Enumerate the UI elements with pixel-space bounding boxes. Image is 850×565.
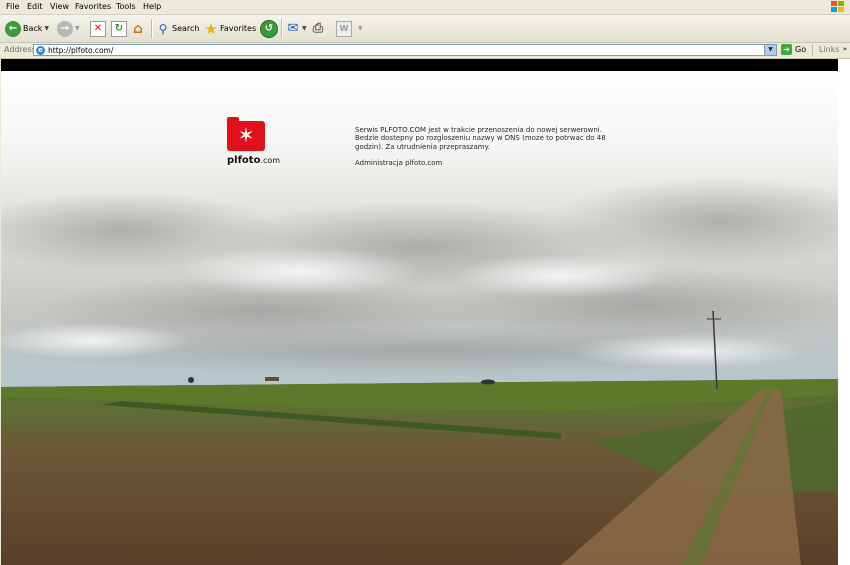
standard-toolbar: ← Back ▼ → ▼ ✕ ↻ ⌂ ⚲ Search ★ Favorites … (0, 15, 850, 43)
menu-favorites[interactable]: Favorites (75, 2, 111, 11)
maintenance-message: Serwis PLFOTO.COM jest w trakcie przenos… (355, 126, 617, 176)
plfoto-logo[interactable]: ✶ plfoto.com (225, 117, 280, 167)
address-bar: Address e http://plfoto.com/ ▼ ➜ Go Link… (0, 43, 850, 59)
toolbar-separator (151, 19, 153, 38)
search-label: Search (172, 24, 200, 33)
top-black-bar (1, 59, 838, 71)
address-input[interactable]: e http://plfoto.com/ ▼ (33, 44, 777, 56)
star-icon: ✶ (237, 123, 255, 147)
logo-suffix: .com (260, 156, 281, 165)
history-button[interactable]: ↺ (260, 18, 278, 39)
stop-button[interactable]: ✕ (90, 18, 106, 39)
logo-wordmark: plfoto.com (227, 155, 280, 166)
stop-icon: ✕ (90, 20, 106, 37)
toolbar-separator (281, 19, 283, 38)
address-url[interactable]: http://plfoto.com/ (48, 46, 113, 55)
mail-icon: ✉ (287, 21, 299, 36)
message-text: Serwis PLFOTO.COM jest w trakcie przenos… (355, 126, 606, 151)
back-arrow-icon: ← (5, 20, 21, 37)
favorites-button[interactable]: ★ Favorites (204, 18, 256, 39)
message-signature: Administracja plfoto.com (355, 159, 443, 168)
word-icon: W (336, 20, 352, 37)
chevron-down-icon[interactable]: ▼ (302, 25, 307, 32)
go-arrow-icon: ➜ (781, 44, 792, 55)
chevron-down-icon[interactable]: ▼ (44, 25, 49, 32)
home-icon: ⌂ (132, 20, 144, 37)
edit-button[interactable]: W ▼ (336, 18, 363, 39)
chevron-down-icon[interactable]: ▼ (358, 25, 363, 32)
print-button[interactable]: ⎙ (311, 18, 325, 39)
forward-arrow-icon: → (57, 20, 73, 37)
chevron-right-icon[interactable]: » (843, 45, 847, 53)
chevron-down-icon[interactable]: ▼ (764, 45, 776, 55)
back-button[interactable]: ← Back ▼ (5, 18, 49, 39)
address-label: Address (4, 45, 36, 54)
scrollbar-track[interactable] (838, 59, 850, 565)
favorites-label: Favorites (220, 24, 257, 33)
ie-page-icon: e (36, 46, 45, 55)
logo-name: plfoto (227, 155, 261, 166)
star-icon: ★ (204, 19, 218, 38)
links-button[interactable]: Links (812, 44, 840, 56)
home-button[interactable]: ⌂ (131, 18, 145, 39)
forward-button[interactable]: → ▼ (57, 18, 80, 39)
menu-file[interactable]: File (6, 2, 19, 11)
windows-logo-icon (831, 1, 844, 13)
refresh-icon: ↻ (111, 20, 127, 37)
menu-edit[interactable]: Edit (27, 2, 43, 11)
menu-help[interactable]: Help (143, 2, 161, 11)
chevron-down-icon[interactable]: ▼ (75, 25, 80, 32)
printer-icon: ⎙ (312, 21, 324, 36)
menu-view[interactable]: View (50, 2, 69, 11)
menu-tools[interactable]: Tools (116, 2, 136, 11)
go-label: Go (795, 45, 807, 54)
history-icon: ↺ (260, 19, 278, 38)
go-button[interactable]: ➜ Go (781, 44, 806, 55)
search-button[interactable]: ⚲ Search (156, 18, 200, 39)
back-label: Back (23, 24, 43, 33)
refresh-button[interactable]: ↻ (111, 18, 127, 39)
search-icon: ⚲ (158, 21, 168, 36)
menu-bar: File Edit View Favorites Tools Help (0, 0, 850, 15)
page-viewport: ✶ plfoto.com Serwis PLFOTO.COM jest w tr… (1, 59, 850, 565)
mail-button[interactable]: ✉ ▼ (286, 18, 307, 39)
